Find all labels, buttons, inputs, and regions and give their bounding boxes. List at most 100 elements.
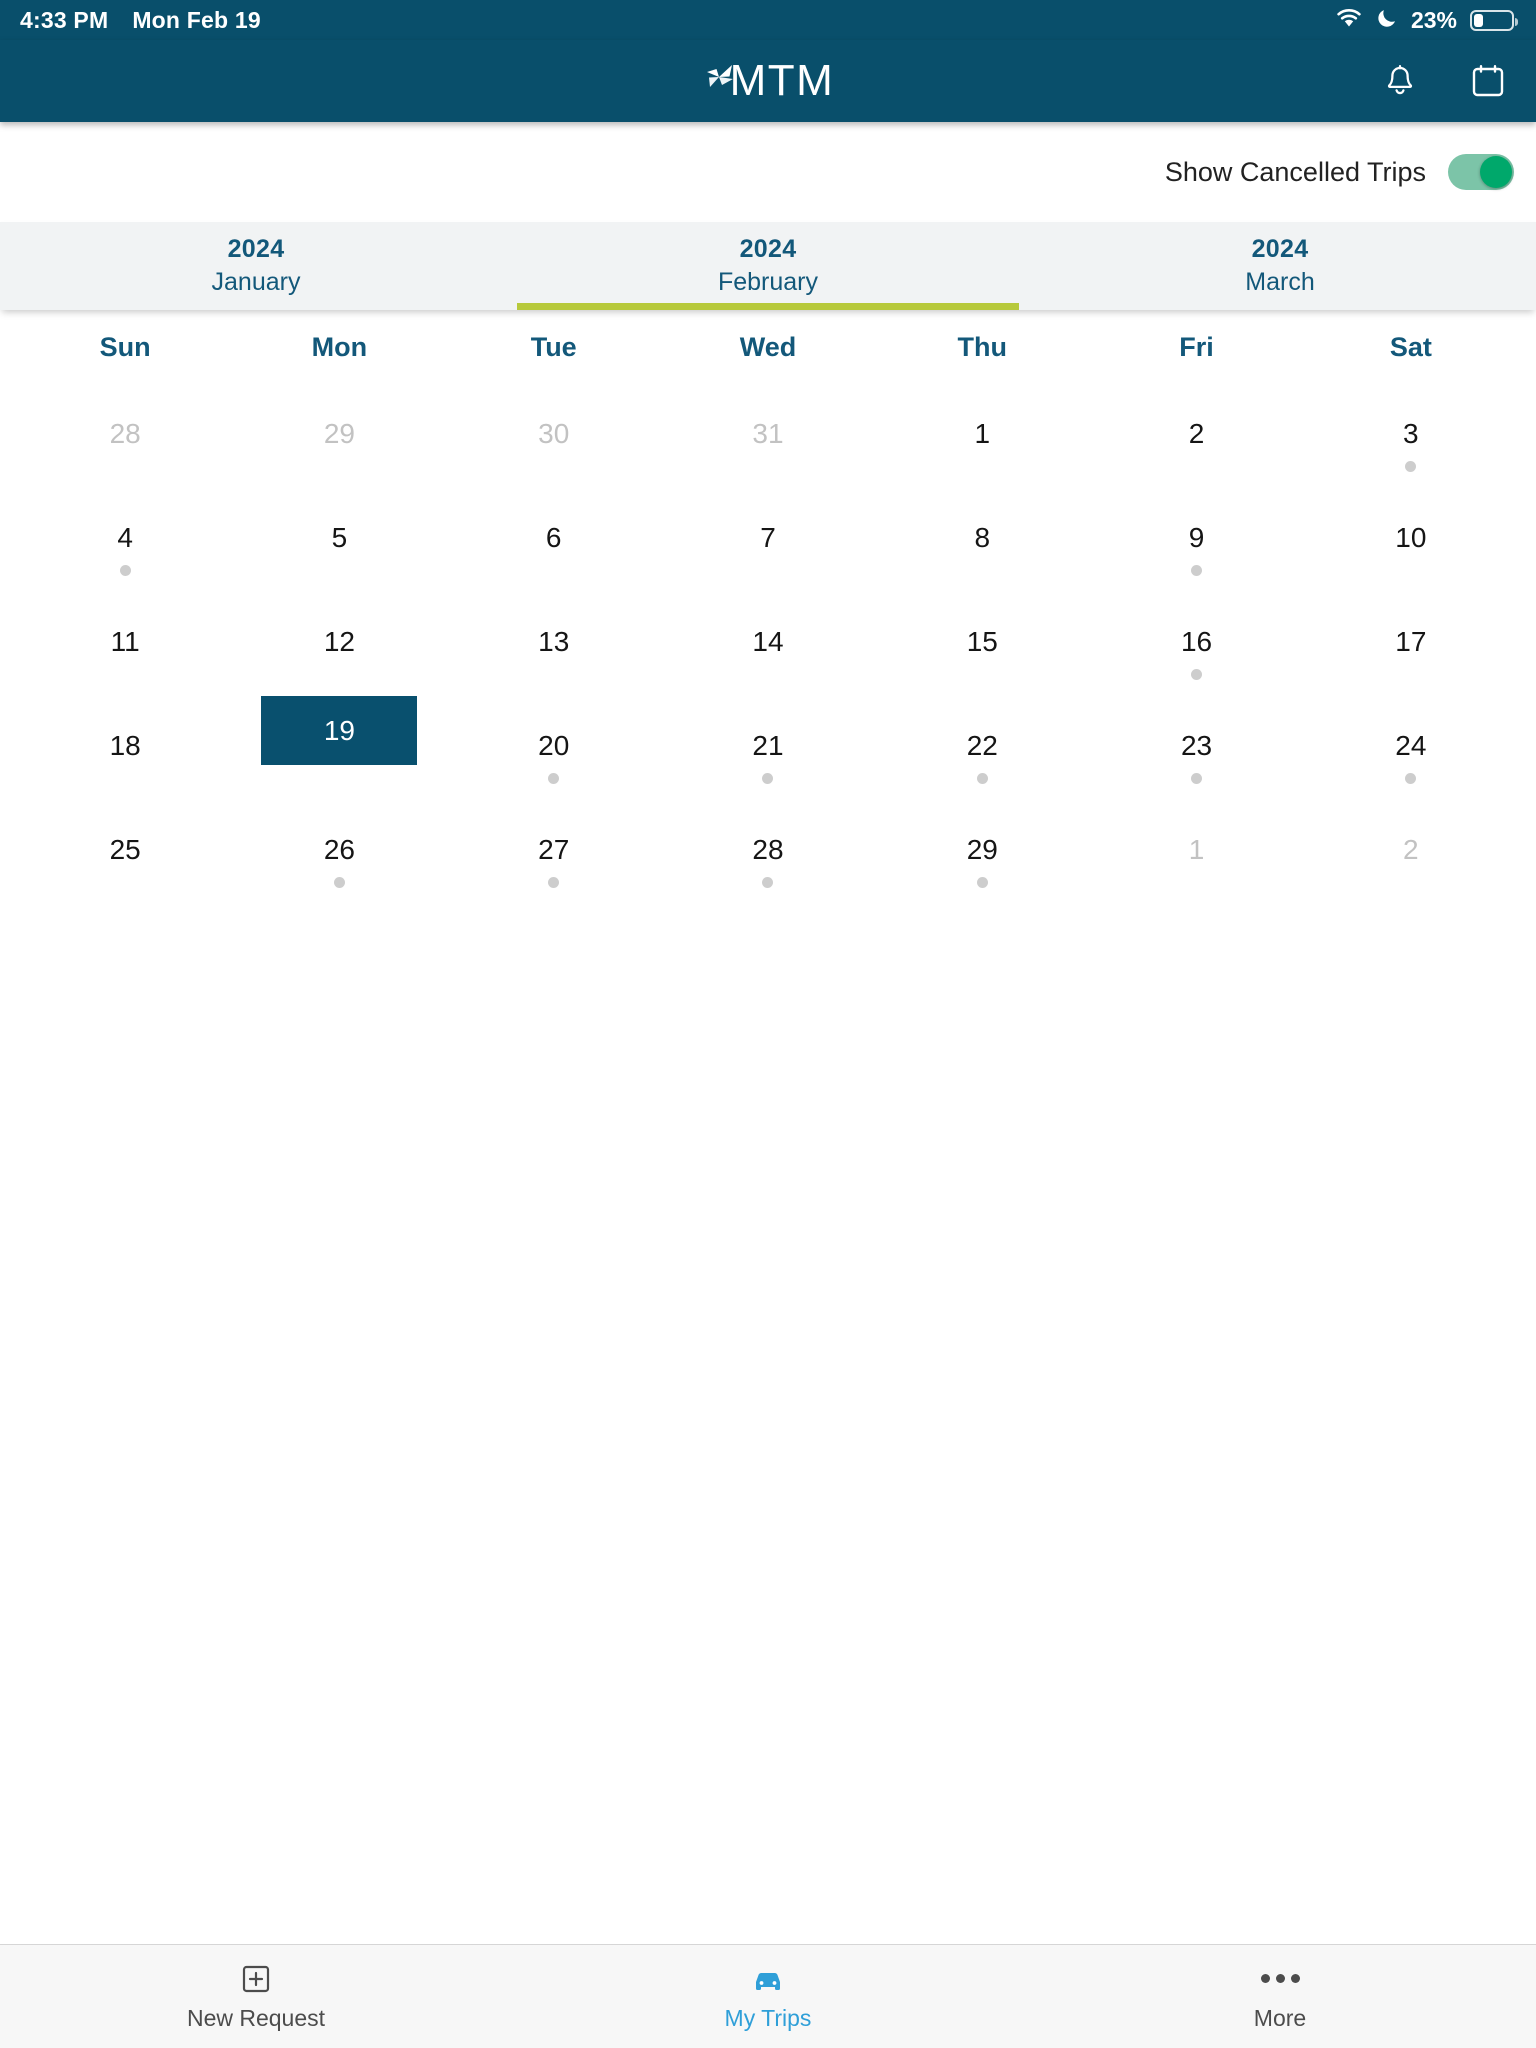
calendar-day-box: 2 <box>1304 818 1518 904</box>
calendar-day-number: 31 <box>752 418 784 449</box>
month-tab-year: 2024 <box>227 235 285 263</box>
calendar-week-row: 4 5 6 7 8 9 10 <box>18 488 1518 592</box>
calendar-day[interactable]: 23 <box>1089 696 1303 800</box>
calendar-day-number: 2 <box>1188 418 1205 449</box>
calendar-day[interactable]: 21 <box>661 696 875 800</box>
calendar-day[interactable]: 1 <box>1089 800 1303 904</box>
calendar-day-number: 1 <box>974 418 991 449</box>
calendar-day[interactable]: 12 <box>232 592 446 696</box>
calendar-day-selected[interactable]: 19 <box>232 696 446 800</box>
day-header-sun: Sun <box>99 331 151 362</box>
day-header-thu: Thu <box>957 331 1007 362</box>
calendar-day-box: 24 <box>1304 714 1518 800</box>
calendar-day-box: 30 <box>447 402 661 488</box>
calendar-day[interactable]: 3 <box>1304 384 1518 488</box>
calendar-day[interactable]: 20 <box>447 696 661 800</box>
calendar-day-box: 15 <box>875 610 1089 696</box>
calendar-day-number: 21 <box>752 730 784 761</box>
calendar-day-box: 22 <box>875 714 1089 800</box>
calendar-day[interactable]: 2 <box>1089 384 1303 488</box>
calendar-day[interactable]: 8 <box>875 488 1089 592</box>
calendar-day-number: 27 <box>538 834 570 865</box>
calendar-day[interactable]: 22 <box>875 696 1089 800</box>
calendar-day-box: 14 <box>661 610 875 696</box>
calendar-day[interactable]: 11 <box>18 592 232 696</box>
calendar-day[interactable]: 29 <box>875 800 1089 904</box>
calendar-day-number: 22 <box>966 730 998 761</box>
calendar-day[interactable]: 18 <box>18 696 232 800</box>
calendar-day[interactable]: 24 <box>1304 696 1518 800</box>
calendar-day-box: 25 <box>18 818 232 904</box>
calendar-icon[interactable] <box>1470 62 1506 100</box>
day-header-sat: Sat <box>1389 331 1432 362</box>
calendar-day[interactable]: 6 <box>447 488 661 592</box>
day-header-fri: Fri <box>1179 331 1214 362</box>
month-tab-march[interactable]: 2024 March <box>1024 222 1536 310</box>
calendar-day-number: 17 <box>1395 626 1427 657</box>
calendar-day[interactable]: 30 <box>447 384 661 488</box>
tab-my-trips[interactable]: My Trips <box>512 1945 1024 2048</box>
calendar-day-box: 29 <box>232 402 446 488</box>
trip-indicator-dot <box>1405 461 1417 472</box>
show-cancelled-trips-toggle[interactable] <box>1448 154 1514 190</box>
trip-indicator-dot <box>119 565 131 576</box>
calendar-day[interactable]: 29 <box>232 384 446 488</box>
calendar-day[interactable]: 28 <box>18 384 232 488</box>
calendar-day[interactable]: 31 <box>661 384 875 488</box>
calendar-day[interactable]: 7 <box>661 488 875 592</box>
trip-indicator-dot <box>976 773 988 784</box>
app-logo: MTM <box>702 59 835 103</box>
tab-label: My Trips <box>724 2004 812 2031</box>
calendar-day[interactable]: 2 <box>1304 800 1518 904</box>
calendar-day[interactable]: 9 <box>1089 488 1303 592</box>
calendar-day[interactable]: 15 <box>875 592 1089 696</box>
pinwheel-icon <box>702 61 736 95</box>
calendar-day[interactable]: 4 <box>18 488 232 592</box>
month-tab-february[interactable]: 2024 February <box>512 222 1024 310</box>
calendar-day[interactable]: 14 <box>661 592 875 696</box>
show-cancelled-trips-label: Show Cancelled Trips <box>1164 156 1426 187</box>
logo-text: MTM <box>729 56 835 105</box>
calendar-day-number: 11 <box>110 626 140 657</box>
plus-square-icon <box>241 1962 271 1996</box>
calendar-day-box: 27 <box>447 818 661 904</box>
calendar-day-number: 3 <box>1403 418 1419 449</box>
calendar-week-row: 28 29 30 31 1 2 3 <box>18 384 1518 488</box>
calendar-day[interactable]: 25 <box>18 800 232 904</box>
calendar-day-number: 16 <box>1180 626 1213 657</box>
calendar-day[interactable]: 1 <box>875 384 1089 488</box>
show-cancelled-trips-row: Show Cancelled Trips <box>0 122 1536 222</box>
calendar-day[interactable]: 17 <box>1304 592 1518 696</box>
calendar-day-box: 28 <box>18 402 232 488</box>
calendar-day[interactable]: 13 <box>447 592 661 696</box>
tab-more[interactable]: More <box>1024 1945 1536 2048</box>
calendar-day-box: 29 <box>875 818 1089 904</box>
calendar-day-box: 5 <box>232 506 446 592</box>
bell-icon[interactable] <box>1382 62 1418 100</box>
calendar-day[interactable]: 10 <box>1304 488 1518 592</box>
calendar-week-row: 11 12 13 14 15 16 17 <box>18 592 1518 696</box>
calendar-day-box: 19 <box>261 696 418 765</box>
car-icon <box>750 1962 786 1996</box>
app-header: MTM <box>0 40 1536 122</box>
calendar-day[interactable]: 16 <box>1089 592 1303 696</box>
calendar-day-box: 10 <box>1304 506 1518 592</box>
calendar-day-box: 28 <box>661 818 875 904</box>
tab-new-request[interactable]: New Request <box>0 1945 512 2048</box>
ellipsis-icon <box>1260 1962 1300 1996</box>
month-tab-january[interactable]: 2024 January <box>0 222 512 310</box>
calendar-day-box: 3 <box>1304 402 1518 488</box>
calendar-day[interactable]: 26 <box>232 800 446 904</box>
trip-indicator-dot <box>1191 565 1203 576</box>
tab-label: New Request <box>186 2004 326 2031</box>
trip-indicator-dot <box>1191 773 1203 784</box>
status-bar-left: 4:33 PM Mon Feb 19 <box>20 7 261 34</box>
battery-percent: 23% <box>1410 6 1457 33</box>
trip-indicator-dot <box>548 773 560 784</box>
calendar-day[interactable]: 28 <box>661 800 875 904</box>
calendar-day[interactable]: 27 <box>447 800 661 904</box>
trip-indicator-dot <box>762 773 774 784</box>
calendar-day[interactable]: 5 <box>232 488 446 592</box>
calendar-day-number: 13 <box>538 626 570 657</box>
